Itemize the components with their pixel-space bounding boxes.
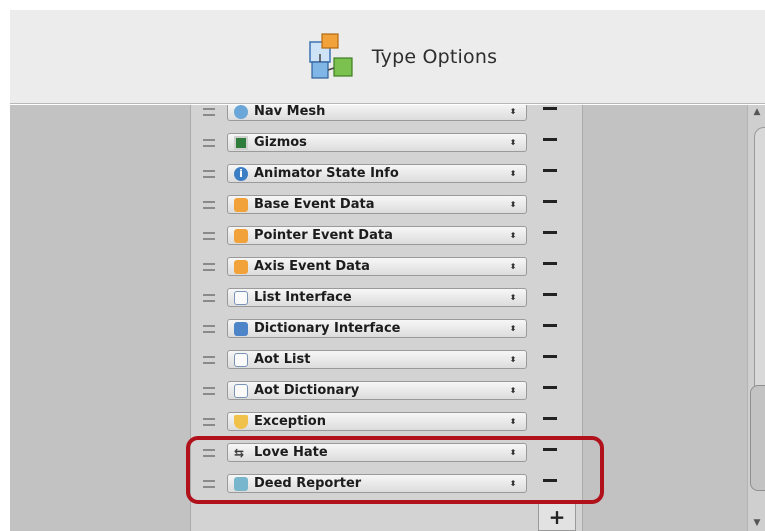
gizmos-icon	[234, 135, 248, 150]
nav-mesh-icon	[234, 105, 248, 119]
drag-handle-icon[interactable]	[203, 139, 215, 147]
drag-handle-icon[interactable]	[203, 418, 215, 426]
header-content: Type Options	[308, 32, 497, 82]
list-item: Dictionary Interface ⬍	[191, 315, 584, 346]
type-label: Nav Mesh	[254, 105, 326, 119]
list-item: Aot Dictionary ⬍	[191, 377, 584, 408]
list-item: Base Event Data ⬍	[191, 191, 584, 222]
header-title: Type Options	[371, 45, 498, 68]
type-label: Base Event Data	[254, 197, 375, 212]
type-dropdown[interactable]: List Interface ⬍	[227, 288, 527, 307]
type-dropdown[interactable]: Dictionary Interface ⬍	[227, 319, 527, 338]
type-list-area: Nav Mesh ⬍ Gizmos ⬍ i Animator State Inf…	[10, 105, 765, 531]
type-label: Aot List	[254, 352, 311, 367]
drag-handle-icon[interactable]	[203, 201, 215, 209]
event-data-icon	[234, 228, 248, 243]
list-item: Pointer Event Data ⬍	[191, 222, 584, 253]
remove-button[interactable]	[543, 293, 557, 296]
type-dropdown[interactable]: Aot Dictionary ⬍	[227, 381, 527, 400]
remove-button[interactable]	[543, 200, 557, 203]
remove-button[interactable]	[543, 417, 557, 420]
type-options-icon	[309, 32, 353, 79]
scroll-up-arrow-icon[interactable]: ▲	[750, 107, 764, 121]
type-dropdown[interactable]: i Animator State Info ⬍	[227, 164, 527, 183]
list-item: Aot List ⬍	[191, 346, 584, 377]
remove-button[interactable]	[543, 386, 557, 389]
remove-button[interactable]	[543, 355, 557, 358]
drag-handle-icon[interactable]	[203, 170, 215, 178]
dropdown-arrows-icon: ⬍	[509, 324, 517, 333]
type-dropdown[interactable]: Exception ⬍	[227, 412, 527, 431]
dropdown-arrows-icon: ⬍	[509, 231, 517, 240]
type-label: Pointer Event Data	[254, 228, 393, 243]
remove-button[interactable]	[543, 169, 557, 172]
list-item: Axis Event Data ⬍	[191, 253, 584, 284]
dropdown-arrows-icon: ⬍	[509, 355, 517, 364]
drag-handle-icon[interactable]	[203, 232, 215, 240]
list-item: Gizmos ⬍	[191, 129, 584, 160]
add-item-button[interactable]: +	[538, 504, 576, 531]
list-icon	[234, 290, 248, 305]
remove-button[interactable]	[543, 231, 557, 234]
type-dropdown[interactable]: Pointer Event Data ⬍	[227, 226, 527, 245]
type-label: Gizmos	[254, 135, 307, 150]
dictionary-icon	[234, 321, 248, 336]
type-dropdown[interactable]: Base Event Data ⬍	[227, 195, 527, 214]
type-dropdown[interactable]: Aot List ⬍	[227, 350, 527, 369]
event-data-icon	[234, 259, 248, 274]
dropdown-arrows-icon: ⬍	[509, 200, 517, 209]
list-item: Exception ⬍	[191, 408, 584, 439]
info-icon: i	[234, 166, 248, 181]
list-item: List Interface ⬍	[191, 284, 584, 315]
drag-handle-icon[interactable]	[203, 387, 215, 395]
remove-button[interactable]	[543, 138, 557, 141]
remove-button[interactable]	[543, 107, 557, 110]
exception-icon	[234, 414, 248, 429]
drag-handle-icon[interactable]	[203, 108, 215, 116]
type-label: List Interface	[254, 290, 352, 305]
drag-handle-icon[interactable]	[203, 356, 215, 364]
type-label: Exception	[254, 414, 326, 429]
vertical-scrollbar[interactable]: ▲ ▼	[747, 105, 765, 531]
drag-handle-icon[interactable]	[203, 325, 215, 333]
dropdown-arrows-icon: ⬍	[509, 293, 517, 302]
plus-icon: +	[548, 505, 566, 529]
remove-button[interactable]	[543, 262, 557, 265]
drag-handle-icon[interactable]	[203, 294, 215, 302]
dropdown-arrows-icon: ⬍	[509, 417, 517, 426]
type-dropdown[interactable]: Axis Event Data ⬍	[227, 257, 527, 276]
type-dropdown[interactable]: Gizmos ⬍	[227, 133, 527, 152]
type-label: Axis Event Data	[254, 259, 370, 274]
window-header: Type Options	[10, 10, 765, 104]
list-item: i Animator State Info ⬍	[191, 160, 584, 191]
type-dropdown[interactable]: Nav Mesh ⬍	[227, 105, 527, 121]
dropdown-arrows-icon: ⬍	[509, 138, 517, 147]
list-icon	[234, 383, 248, 398]
drag-handle-icon[interactable]	[203, 263, 215, 271]
type-label: Aot Dictionary	[254, 383, 360, 398]
type-label: Animator State Info	[254, 166, 399, 181]
scroll-down-arrow-icon[interactable]: ▼	[750, 518, 764, 530]
scroll-thumb[interactable]	[750, 385, 765, 491]
highlight-annotation	[186, 436, 604, 504]
type-label: Dictionary Interface	[254, 321, 401, 336]
dropdown-arrows-icon: ⬍	[509, 169, 517, 178]
event-data-icon	[234, 197, 248, 212]
list-icon	[234, 352, 248, 367]
dropdown-arrows-icon: ⬍	[509, 386, 517, 395]
dropdown-arrows-icon: ⬍	[509, 262, 517, 271]
remove-button[interactable]	[543, 324, 557, 327]
dropdown-arrows-icon: ⬍	[509, 107, 517, 116]
